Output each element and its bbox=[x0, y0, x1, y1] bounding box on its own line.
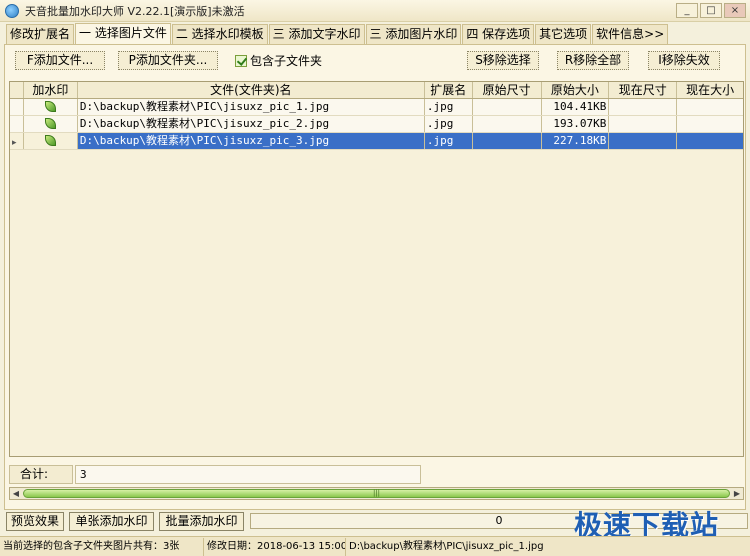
status-modified-date: 修改日期：2018-06-13 15:00:20 bbox=[204, 538, 346, 556]
include-subfolders-label: 包含子文件夹 bbox=[250, 54, 323, 68]
header-ext[interactable]: 扩展名 bbox=[425, 82, 473, 98]
include-subfolders-option[interactable]: 包含子文件夹 bbox=[235, 52, 322, 69]
maximize-button[interactable]: □ bbox=[700, 3, 722, 18]
row-indicator: ▸ bbox=[10, 133, 24, 149]
header-watermark[interactable]: 加水印 bbox=[24, 82, 78, 98]
tab-select-images[interactable]: 一 选择图片文件 bbox=[75, 23, 171, 44]
leaf-icon bbox=[44, 101, 56, 112]
grid-header: 加水印 文件(文件夹)名 扩展名 原始尺寸 原始大小 现在尺寸 现在大小 bbox=[10, 82, 743, 99]
scroll-right-icon[interactable]: ▶ bbox=[731, 488, 743, 499]
header-orig-size[interactable]: 原始大小 bbox=[542, 82, 610, 98]
orig-dim-cell bbox=[473, 116, 542, 132]
row-indicator bbox=[10, 116, 24, 132]
scroll-thumb[interactable]: ||| bbox=[23, 489, 730, 498]
tab-image-watermark[interactable]: 三 添加图片水印 bbox=[365, 24, 462, 44]
new-dim-cell bbox=[609, 99, 678, 115]
leaf-icon bbox=[44, 118, 56, 129]
total-value: 3 bbox=[75, 464, 421, 484]
watermark-flag[interactable] bbox=[23, 133, 78, 149]
orig-size-cell: 227.18KB bbox=[542, 133, 610, 149]
watermark-flag[interactable] bbox=[24, 116, 78, 132]
orig-size-cell: 104.41KB bbox=[542, 99, 610, 115]
tab-software-info[interactable]: 软件信息>> bbox=[592, 24, 669, 44]
window-controls: _ □ × bbox=[676, 3, 746, 18]
include-subfolders-checkbox[interactable] bbox=[235, 54, 247, 67]
file-path-cell: D:\backup\教程素材\PIC\jisuxz_pic_2.jpg bbox=[78, 116, 425, 132]
main-panel: F添加文件... P添加文件夹... 包含子文件夹 S移除选择 R移除全部 I移… bbox=[4, 44, 746, 510]
tab-bar: 修改扩展名 一 选择图片文件 二 选择水印模板 三 添加文字水印 三 添加图片水… bbox=[6, 23, 746, 44]
new-size-cell bbox=[677, 99, 743, 115]
tab-select-template[interactable]: 二 选择水印模板 bbox=[171, 24, 268, 44]
file-grid[interactable]: 加水印 文件(文件夹)名 扩展名 原始尺寸 原始大小 现在尺寸 现在大小 D:\… bbox=[9, 81, 744, 457]
table-row[interactable]: D:\backup\教程素材\PIC\jisuxz_pic_2.jpg .jpg… bbox=[10, 116, 743, 133]
ext-cell: .jpg bbox=[425, 133, 473, 149]
add-file-button[interactable]: F添加文件... bbox=[15, 51, 105, 70]
orig-size-cell: 193.07KB bbox=[542, 116, 610, 132]
table-row[interactable]: D:\backup\教程素材\PIC\jisuxz_pic_1.jpg .jpg… bbox=[10, 99, 743, 116]
header-orig-dim[interactable]: 原始尺寸 bbox=[473, 82, 542, 98]
watermark-flag[interactable] bbox=[24, 99, 78, 115]
header-file[interactable]: 文件(文件夹)名 bbox=[78, 82, 425, 98]
header-new-size[interactable]: 现在大小 bbox=[677, 82, 743, 98]
status-file-path: D:\backup\教程素材\PIC\jisuxz_pic_1.jpg bbox=[349, 541, 544, 552]
file-path-cell: D:\backup\教程素材\PIC\jisuxz_pic_1.jpg bbox=[78, 99, 425, 115]
app-icon bbox=[5, 3, 19, 18]
remove-invalid-button[interactable]: I移除失效 bbox=[648, 51, 720, 70]
batch-watermark-button[interactable]: 批量添加水印 bbox=[159, 512, 244, 531]
status-image-count: 当前选择的包含子文件夹图片共有：3张 bbox=[0, 538, 204, 556]
new-size-cell bbox=[677, 133, 743, 149]
add-folder-button[interactable]: P添加文件夹... bbox=[118, 51, 218, 70]
new-size-cell bbox=[677, 116, 743, 132]
leaf-icon bbox=[44, 135, 56, 146]
scroll-left-icon[interactable]: ◀ bbox=[10, 488, 22, 499]
orig-dim-cell bbox=[473, 133, 542, 149]
header-new-dim[interactable]: 现在尺寸 bbox=[609, 82, 678, 98]
tab-other-options[interactable]: 其它选项 bbox=[535, 24, 592, 44]
single-watermark-button[interactable]: 单张添加水印 bbox=[69, 512, 154, 531]
ext-cell: .jpg bbox=[425, 99, 473, 115]
table-row-selected[interactable]: ▸ D:\backup\教程素材\PIC\jisuxz_pic_3.jpg .j… bbox=[10, 133, 743, 150]
minimize-button[interactable]: _ bbox=[676, 3, 698, 18]
title-bar: 天音批量加水印大师 V2.22.1[演示版]未激活 _ □ × bbox=[0, 0, 750, 22]
status-bar: 当前选择的包含子文件夹图片共有：3张 修改日期：2018-06-13 15:00… bbox=[0, 536, 750, 556]
current-row-arrow-icon: ▸ bbox=[12, 138, 17, 148]
tab-save-options[interactable]: 四 保存选项 bbox=[462, 24, 535, 44]
window-title: 天音批量加水印大师 V2.22.1[演示版]未激活 bbox=[25, 4, 245, 18]
file-path-cell: D:\backup\教程素材\PIC\jisuxz_pic_3.jpg bbox=[78, 133, 425, 149]
header-indicator bbox=[10, 82, 24, 98]
total-label: 合计: bbox=[9, 464, 73, 484]
orig-dim-cell bbox=[473, 99, 542, 115]
ext-cell: .jpg bbox=[425, 116, 473, 132]
remove-all-button[interactable]: R移除全部 bbox=[557, 51, 629, 70]
preview-button[interactable]: 预览效果 bbox=[6, 512, 64, 531]
close-button[interactable]: × bbox=[724, 3, 746, 18]
summary-row: 合计: 3 bbox=[9, 463, 744, 485]
remove-selected-button[interactable]: S移除选择 bbox=[467, 51, 539, 70]
row-indicator bbox=[10, 99, 24, 115]
new-dim-cell bbox=[609, 116, 678, 132]
tab-text-watermark[interactable]: 三 添加文字水印 bbox=[268, 24, 365, 44]
tab-change-extension[interactable]: 修改扩展名 bbox=[6, 24, 75, 44]
horizontal-scrollbar[interactable]: ◀ ||| ▶ bbox=[9, 487, 744, 500]
new-dim-cell bbox=[609, 133, 678, 149]
